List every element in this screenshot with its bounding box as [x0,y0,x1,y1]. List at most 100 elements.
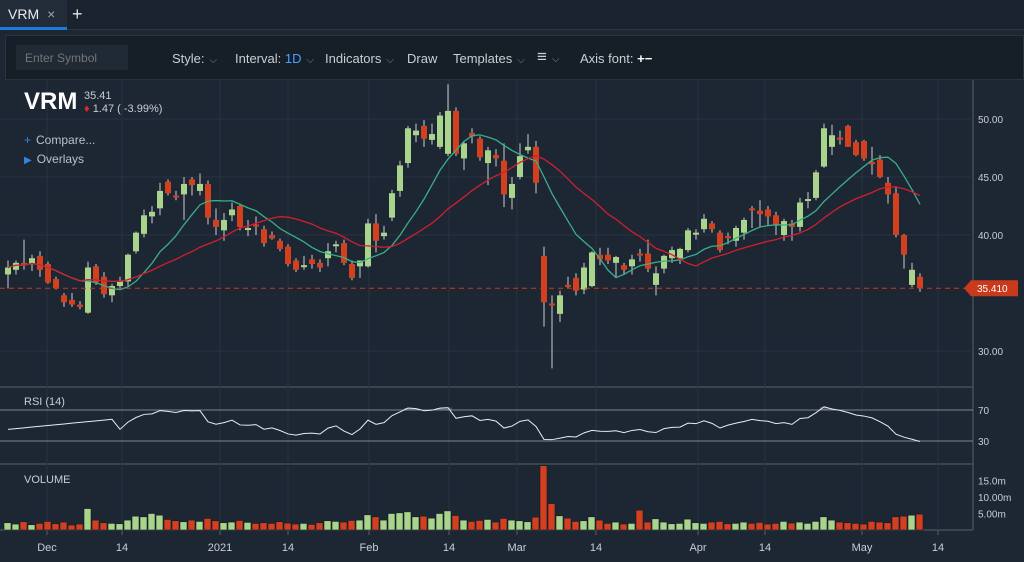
style-dropdown[interactable]: Style: ⌵ [172,51,217,66]
indicators-dropdown[interactable]: Indicators ⌵ [325,51,394,66]
volume-bar [795,521,804,531]
volume-bar [547,503,556,531]
candle [165,179,171,196]
interval-value: 1D [284,51,302,66]
volume-bar [267,523,276,531]
volume-bar [11,523,20,531]
volume-bar [803,523,812,531]
volume-bar [867,521,876,531]
candle-body [853,142,859,155]
candle [805,192,811,209]
candle-body [565,284,571,287]
decrease-font-button[interactable]: − [645,51,653,66]
volume-bar [675,523,684,531]
volume-bar [19,521,28,531]
axis-font-label: Axis font: [580,51,634,66]
volume-bar [99,522,108,531]
volume-bar [779,521,788,531]
axis-font-control: Axis font: +− [580,51,652,66]
volume-bar [371,516,380,531]
volume-bar [315,522,324,531]
candle [677,247,683,264]
x-tick-label: 14 [590,542,602,554]
candle-body [845,125,851,147]
close-tab-icon[interactable]: × [47,6,55,22]
candle-body [85,267,91,313]
x-tick-label: 14 [282,542,294,554]
candle [213,208,219,235]
volume-bar [611,521,620,531]
volume-bar [347,520,356,531]
compare-button[interactable]: + Compare... [24,133,95,147]
symbol-input[interactable] [16,45,128,70]
volume-bar [707,521,716,531]
volume-bar [147,513,156,531]
candle [733,225,739,247]
rsi-tick-label: 70 [978,406,990,417]
price-tick-label: 40.00 [978,231,1003,242]
volume-bar [643,521,652,531]
volume-bar [35,523,44,531]
candle [581,262,587,295]
tab-vrm[interactable]: VRM × [0,0,67,30]
volume-bar [275,521,284,531]
volume-bar [683,518,692,531]
x-tick-label: Feb [360,542,379,554]
candle-body [389,193,395,218]
candle-body [405,128,411,164]
toolbar: Style: ⌵ Interval: 1D ⌵ Indicators ⌵ Draw T… [5,35,1024,80]
volume-bar [907,514,916,531]
candle-body [293,260,299,270]
candle-body [125,254,131,282]
volume-tick-label: 5.00m [978,510,1006,521]
volume-bar [667,523,676,531]
candle-body [765,209,771,217]
price-tick-label: 45.00 [978,173,1003,184]
volume-bar [403,511,412,531]
candle-body [117,281,123,287]
candle-body [581,267,587,290]
draw-button[interactable]: Draw [407,51,437,66]
volume-bar [531,516,540,531]
candle [13,260,19,275]
x-tick-label: 14 [932,542,944,554]
volume-bar [595,519,604,531]
templates-dropdown[interactable]: Templates ⌵ [453,51,525,66]
tab-bar: VRM × + [0,0,1024,30]
menu-dropdown[interactable]: ≡ ⌵ [537,47,560,67]
volume-bar [891,516,900,531]
volume-bar [299,523,308,531]
x-tick-label: 2021 [208,542,232,554]
volume-bar [219,522,228,531]
candle-body [517,156,523,177]
overlays-button[interactable]: ▶ Overlays [24,152,84,166]
play-icon: ▶ [24,155,32,166]
volume-bar [3,522,12,531]
candle [845,124,851,147]
candle-body [701,218,707,230]
volume-bar [395,512,404,531]
interval-dropdown[interactable]: Interval: 1D ⌵ [235,51,314,66]
volume-bar [163,519,172,531]
volume-bar [155,514,164,531]
candle [509,177,515,210]
price-chart[interactable]: Dec 14 2021 14 Feb 14 Mar 14 Apr 14 May 14 50.00 45.0… [0,0,1024,562]
volume-bar [819,516,828,531]
candle [317,259,323,273]
candle-body [53,279,59,289]
candle-body [181,183,187,195]
volume-bar [555,515,564,531]
x-tick-label: Apr [689,542,706,554]
volume-bar [747,523,756,531]
candle [661,254,667,274]
add-tab-button[interactable]: + [72,4,83,25]
volume-bar [619,523,628,531]
volume-bar [875,521,884,531]
candle [533,141,539,194]
candle-body [277,240,283,249]
candle-body [373,223,379,241]
increase-font-button[interactable]: + [637,51,645,66]
x-tick-label: 14 [443,542,455,554]
candle [301,255,307,270]
candle [709,221,715,233]
